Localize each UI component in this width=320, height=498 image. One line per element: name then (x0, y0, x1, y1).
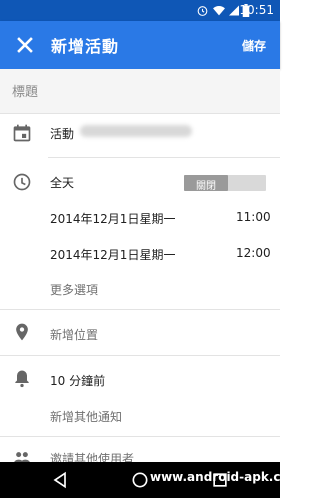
alarm-icon (197, 6, 208, 16)
divider (0, 309, 280, 310)
close-icon[interactable] (13, 33, 37, 57)
start-date[interactable]: 2014年12月1日星期一 (50, 210, 175, 227)
back-icon[interactable] (50, 470, 70, 490)
location-pin-icon (16, 323, 28, 341)
page-title: 新增活動 (51, 37, 120, 56)
all-day-toggle[interactable]: 關閉 (184, 175, 266, 192)
app-bar: 新增活動 儲存 (0, 21, 280, 69)
add-notification-link[interactable]: 新增其他通知 (50, 408, 122, 425)
toggle-label: 關閉 (196, 181, 216, 192)
clock-icon (13, 173, 31, 191)
wifi-icon (213, 5, 225, 16)
divider (0, 113, 280, 114)
status-bar: 10:51 (0, 0, 280, 21)
end-date[interactable]: 2014年12月1日星期一 (50, 246, 175, 263)
divider (48, 157, 280, 158)
calendar-label[interactable]: 活動 (50, 125, 74, 142)
save-button[interactable]: 儲存 (242, 37, 266, 54)
bell-icon (15, 370, 29, 388)
divider (0, 436, 280, 437)
notification-value[interactable]: 10 分鐘前 (50, 372, 105, 389)
status-time: 10:51 (239, 3, 274, 17)
watermark: www.android-apk.com (150, 470, 302, 484)
home-icon[interactable] (130, 470, 150, 490)
calendar-icon (13, 124, 31, 142)
title-placeholder: 標題 (12, 85, 39, 100)
signal-icon (229, 5, 239, 16)
title-field[interactable]: 標題 (0, 69, 280, 113)
location-input[interactable]: 新增位置 (50, 326, 98, 343)
more-options-link[interactable]: 更多選項 (50, 281, 98, 298)
divider (0, 355, 280, 356)
account-email-redacted (80, 125, 192, 137)
start-time[interactable]: 11:00 (236, 210, 271, 224)
end-time[interactable]: 12:00 (236, 246, 271, 260)
all-day-label: 全天 (50, 176, 75, 190)
